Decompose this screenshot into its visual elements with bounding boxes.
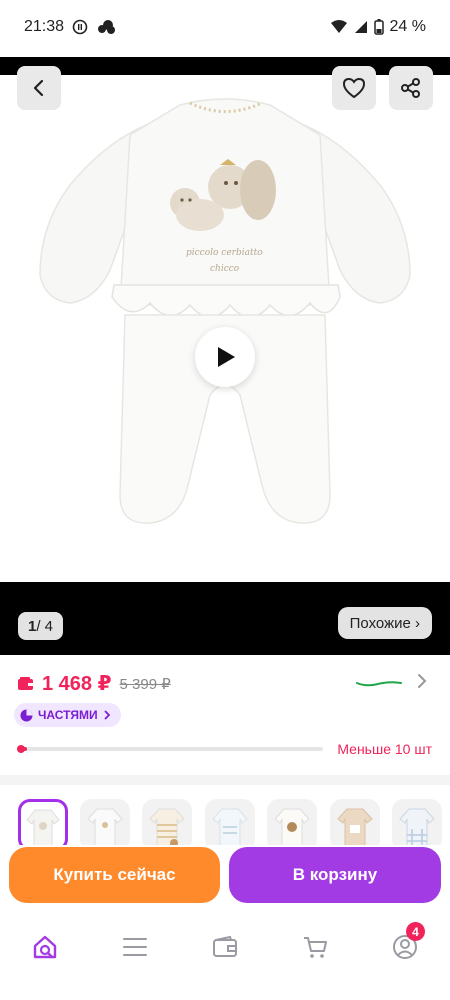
stock-text: Меньше 10 шт: [337, 741, 432, 757]
installments-label: ЧАСТЯМИ: [38, 708, 98, 722]
bottom-nav: [0, 910, 450, 1000]
variant-thumbnail[interactable]: [142, 799, 192, 845]
thumbnail-image: [212, 808, 248, 845]
home-search-icon: [33, 935, 57, 959]
play-icon: [218, 347, 235, 367]
add-to-cart-button[interactable]: В корзину: [229, 847, 441, 903]
pie-chart-icon: [20, 709, 33, 721]
back-arrow-icon: [33, 79, 44, 97]
catalog-icon: [123, 938, 147, 956]
stock-bar: [17, 745, 323, 753]
play-video-button[interactable]: [195, 327, 255, 387]
installments-badge[interactable]: ЧАСТЯМИ: [14, 703, 121, 727]
similar-label: Похожие ›: [349, 614, 420, 632]
share-icon: [401, 78, 420, 98]
variant-thumbnail[interactable]: [392, 799, 442, 845]
wifi-icon: [330, 20, 347, 33]
thumbnail-image: [26, 809, 60, 845]
status-left-icons: [72, 19, 116, 35]
status-bar: 21:38 24 %: [0, 0, 450, 57]
profile-badge: 4: [406, 922, 425, 941]
thumbnail-image: [337, 808, 373, 845]
svg-text:chicco: chicco: [210, 264, 240, 274]
battery-percent: 24 %: [389, 18, 426, 35]
variant-thumbnail[interactable]: [267, 799, 317, 845]
pause-circle-icon: [72, 19, 88, 35]
section-divider: [0, 775, 450, 785]
nav-home[interactable]: [30, 932, 60, 962]
cloud-icon: [98, 20, 115, 34]
favorite-button[interactable]: [332, 66, 376, 110]
battery-icon: [373, 19, 384, 35]
counter-total: / 4: [36, 617, 54, 635]
chevron-right-icon[interactable]: [416, 673, 428, 689]
counter-current: 1: [28, 617, 37, 635]
green-swish-icon: [356, 681, 402, 687]
buy-now-button[interactable]: Купить сейчас: [9, 847, 220, 903]
stock-bar-dot: [17, 745, 25, 753]
variant-thumbnail[interactable]: [205, 799, 255, 845]
cart-icon: [304, 937, 327, 958]
back-button[interactable]: [17, 66, 61, 110]
thumbnail-image: [149, 808, 185, 845]
heart-icon: [342, 77, 366, 99]
nav-wallet[interactable]: [210, 932, 240, 962]
current-price: 1 468 ₽: [42, 673, 112, 695]
product-info: 1 468 ₽ 5 399 ₽ ЧАСТЯМИ Меньше 10 шт: [0, 655, 450, 775]
image-counter: 1 / 4: [18, 612, 64, 640]
variant-thumbnail[interactable]: [330, 799, 380, 845]
chevron-right-small-icon: [103, 710, 110, 720]
nav-catalog[interactable]: [120, 932, 150, 962]
thumbnail-image: [399, 808, 435, 845]
signal-icon: [354, 21, 367, 33]
status-right: 24 %: [330, 18, 426, 36]
wallet-icon: [213, 936, 237, 957]
variant-thumbnails: [0, 785, 450, 845]
variant-thumbnail[interactable]: [18, 799, 68, 845]
thumbnail-image: [87, 808, 123, 845]
status-time: 21:38: [24, 18, 65, 35]
price-row[interactable]: 1 468 ₽ 5 399 ₽: [18, 671, 171, 696]
share-button[interactable]: [389, 66, 433, 110]
old-price: 5 399 ₽: [119, 675, 171, 693]
svg-text:piccolo cerbiatto: piccolo cerbiatto: [186, 248, 263, 258]
wallet-icon: [18, 676, 33, 690]
similar-button[interactable]: Похожие ›: [337, 607, 432, 639]
thumbnail-image: [274, 808, 310, 845]
variant-thumbnail[interactable]: [80, 799, 130, 845]
nav-cart[interactable]: [300, 932, 330, 962]
